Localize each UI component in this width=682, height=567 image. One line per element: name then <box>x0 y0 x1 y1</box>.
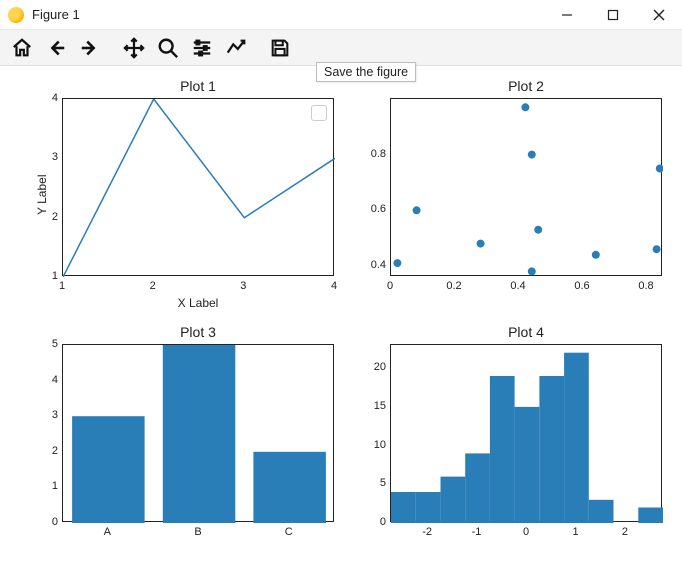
tick: 0 <box>523 526 529 538</box>
subplot-2: Plot 2 0.4 0.6 0.8 0 0.2 <box>390 98 662 276</box>
tick: 15 <box>368 400 386 412</box>
plot1-svg <box>63 99 335 277</box>
edit-icon[interactable] <box>220 33 252 63</box>
maximize-button[interactable] <box>590 0 636 29</box>
tick: 0.4 <box>364 259 386 271</box>
configure-icon[interactable] <box>186 33 218 63</box>
tick: 3 <box>240 280 246 292</box>
home-icon[interactable] <box>6 33 38 63</box>
plot2-title: Plot 2 <box>390 78 662 94</box>
back-icon[interactable] <box>40 33 72 63</box>
tick: -2 <box>422 526 432 538</box>
subplot-1: Plot 1 Y Label 1 2 3 4 1 2 3 4 X Label <box>62 98 334 276</box>
tick: 20 <box>368 361 386 373</box>
plot3-axes <box>62 344 334 522</box>
tick: 2 <box>44 211 58 223</box>
plot2-svg <box>391 99 663 277</box>
subplot-3: Plot 3 0 1 2 3 4 5 A B C <box>62 344 334 522</box>
plot1-axes <box>62 98 334 276</box>
plot3-title: Plot 3 <box>62 324 334 340</box>
app-icon <box>8 7 24 23</box>
tick: 10 <box>368 439 386 451</box>
tick: 1 <box>572 526 578 538</box>
tick: 0 <box>44 516 58 528</box>
tick: 0.8 <box>638 280 653 292</box>
tick: -1 <box>472 526 482 538</box>
tick: 1 <box>44 480 58 492</box>
plot1-title: Plot 1 <box>62 78 334 94</box>
tick: 0.2 <box>446 280 461 292</box>
figure-canvas[interactable]: Plot 1 Y Label 1 2 3 4 1 2 3 4 X Label P… <box>0 66 682 567</box>
figure-window: Figure 1 <box>0 0 682 567</box>
tick: C <box>285 526 293 538</box>
forward-icon[interactable] <box>74 33 106 63</box>
plot4-title: Plot 4 <box>390 324 662 340</box>
tick: 0 <box>368 516 386 528</box>
tick: 0.6 <box>364 203 386 215</box>
tick: 4 <box>331 280 337 292</box>
tick: 2 <box>622 526 628 538</box>
plot2-axes <box>390 98 662 276</box>
close-button[interactable] <box>636 0 682 29</box>
tick: 2 <box>150 280 156 292</box>
pan-icon[interactable] <box>118 33 150 63</box>
tick: 3 <box>44 151 58 163</box>
tick: 2 <box>44 445 58 457</box>
save-icon[interactable] <box>264 33 296 63</box>
tick: 1 <box>59 280 65 292</box>
plot1-legend-box <box>311 105 327 121</box>
plot1-ylabel: Y Label <box>35 155 49 215</box>
tick: A <box>104 526 111 538</box>
tick: 0.8 <box>364 148 386 160</box>
plot4-svg <box>391 345 663 523</box>
tick: 1 <box>44 270 58 282</box>
minimize-button[interactable] <box>544 0 590 29</box>
tick: 4 <box>44 92 58 104</box>
tick: 0.6 <box>574 280 589 292</box>
window-title: Figure 1 <box>32 7 544 22</box>
tooltip: Save the figure <box>316 62 416 82</box>
titlebar: Figure 1 <box>0 0 682 30</box>
tick: B <box>194 526 201 538</box>
toolbar: Save the figure <box>0 30 682 66</box>
plot1-xlabel: X Label <box>62 296 334 310</box>
tick: 0.4 <box>510 280 525 292</box>
plot4-axes <box>390 344 662 522</box>
tick: 5 <box>44 338 58 350</box>
subplot-4: Plot 4 0 5 10 15 20 -2 <box>390 344 662 522</box>
tick: 5 <box>368 477 386 489</box>
zoom-icon[interactable] <box>152 33 184 63</box>
window-buttons <box>544 0 682 29</box>
tick: 3 <box>44 409 58 421</box>
plot3-svg <box>63 345 335 523</box>
tick: 4 <box>44 374 58 386</box>
tick: 0 <box>387 280 393 292</box>
